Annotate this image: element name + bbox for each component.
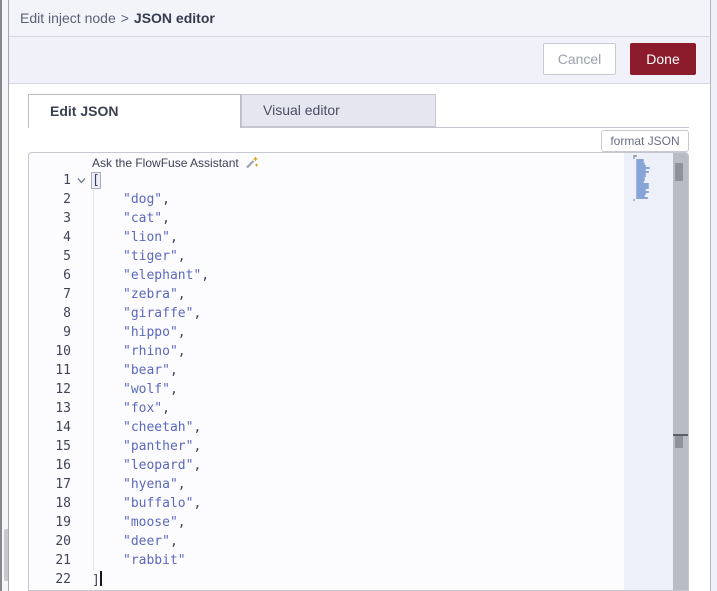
code-line[interactable]: 20 "deer", [29,532,624,551]
editor-scrollbar-track[interactable] [673,153,688,590]
breadcrumb-current: JSON editor [133,10,215,26]
tray-left-border [8,0,9,591]
code-text: "hippo", [123,325,186,340]
breadcrumb-parent[interactable]: Edit inject node [20,10,116,26]
code-line[interactable]: 8 "giraffe", [29,304,624,323]
code-text: "elephant", [123,268,210,283]
fold-gutter [71,175,92,186]
code-line[interactable]: 14 "cheetah", [29,418,624,437]
line-number: 2 [63,192,71,207]
code-line[interactable]: 1[ [29,171,624,190]
line-number: 21 [55,553,71,568]
code-text: "rhino", [123,344,186,359]
line-number: 6 [63,268,71,283]
code-text: "wolf", [123,382,178,397]
scrollbar-marker[interactable] [675,436,683,448]
format-json-button[interactable]: format JSON [601,130,689,152]
line-number: 7 [63,287,71,302]
assistant-hint[interactable]: Ask the FlowFuse Assistant [92,155,258,171]
code-text: "fox", [123,401,170,416]
code-line[interactable]: 22] [29,570,624,589]
code-text: "buffalo", [123,496,202,511]
text-cursor [99,571,102,586]
line-number: 18 [55,496,71,511]
code-line[interactable]: 4 "lion", [29,228,624,247]
code-text: "zebra", [123,287,186,302]
magic-wand-icon [245,157,258,169]
code-line[interactable]: 15 "panther", [29,437,624,456]
code-line[interactable]: 10 "rhino", [29,342,624,361]
line-number: 11 [55,363,71,378]
code-text: "rabbit" [123,553,186,568]
code-text: "cheetah", [123,420,202,435]
line-number: 14 [55,420,71,435]
code-text: "tiger", [123,249,186,264]
code-line[interactable]: 18 "buffalo", [29,494,624,513]
code-text: "cat", [123,211,170,226]
code-text: ] [92,571,102,588]
code-line[interactable]: 16 "leopard", [29,456,624,475]
code-text: "moose", [123,515,186,530]
breadcrumb: Edit inject node > JSON editor [9,0,710,37]
line-number: 3 [63,211,71,226]
code-line[interactable]: 9 "hippo", [29,323,624,342]
action-button-bar: Cancel Done [9,37,710,84]
line-number: 10 [55,344,71,359]
code-text: "lion", [123,230,178,245]
code-line[interactable]: 13 "fox", [29,399,624,418]
code-line[interactable]: 6 "elephant", [29,266,624,285]
breadcrumb-separator: > [120,10,129,26]
code-line[interactable]: 21 "rabbit" [29,551,624,570]
line-number: 16 [55,458,71,473]
line-number: 17 [55,477,71,492]
cancel-button[interactable]: Cancel [543,43,616,75]
line-number: 13 [55,401,71,416]
tab-visual-editor[interactable]: Visual editor [241,94,436,127]
editor-scrollbar-thumb[interactable] [675,163,683,181]
done-button[interactable]: Done [630,43,696,75]
code-line[interactable]: 11 "bear", [29,361,624,380]
code-text: "panther", [123,439,202,454]
code-line[interactable]: 3 "cat", [29,209,624,228]
code-line[interactable]: 17 "hyena", [29,475,624,494]
assistant-hint-label: Ask the FlowFuse Assistant [92,156,239,170]
line-number: 5 [63,249,71,264]
code-text: "dog", [123,192,170,207]
code-text: "leopard", [123,458,202,473]
line-number: 19 [55,515,71,530]
line-number: 20 [55,534,71,549]
tab-edit-json[interactable]: Edit JSON [28,94,241,128]
line-number: 4 [63,230,71,245]
code-line[interactable]: 12 "wolf", [29,380,624,399]
line-number: 12 [55,382,71,397]
code-line[interactable]: 7 "zebra", [29,285,624,304]
line-number: 1 [63,173,71,188]
chevron-down-icon[interactable] [76,175,87,186]
code-line[interactable]: 19 "moose", [29,513,624,532]
line-number: 22 [55,572,71,587]
code-text: "bear", [123,363,178,378]
code-text: "deer", [123,534,178,549]
code-line[interactable]: 5 "tiger", [29,247,624,266]
json-code-editor[interactable]: Ask the FlowFuse Assistant 1[2 "dog", 3 "ca… [28,152,689,591]
line-number: 15 [55,439,71,454]
code-text: "hyena", [123,477,186,492]
code-text: [ [91,172,101,189]
minimap-marks [633,155,653,201]
code-text: "giraffe", [123,306,202,321]
code-lines: 1[2 "dog", 3 "cat", 4 "lion", 5 "tiger", 6 "eleph… [29,171,624,589]
minimap[interactable] [624,153,673,590]
line-number: 8 [63,306,71,321]
code-line[interactable]: 2 "dog", [29,190,624,209]
line-number: 9 [63,325,71,340]
tray-right-margin [711,0,717,591]
